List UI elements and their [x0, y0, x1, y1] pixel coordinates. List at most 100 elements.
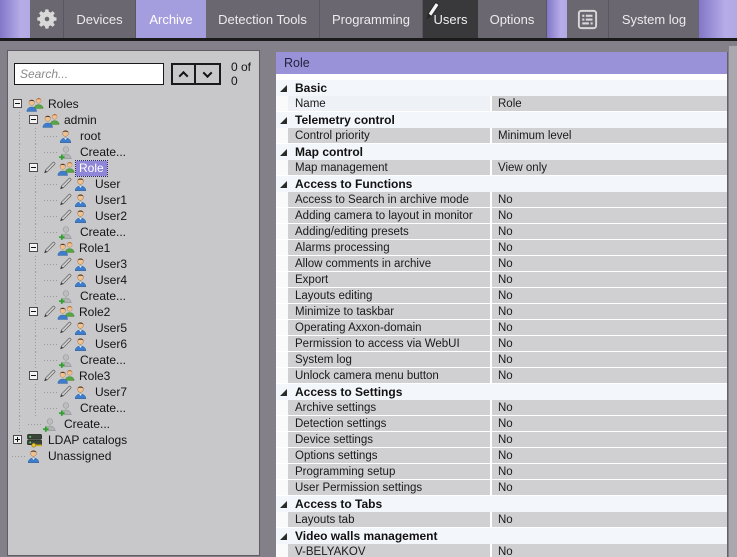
tree-item-label: User3: [92, 257, 130, 272]
tab-archive[interactable]: Archive: [136, 0, 206, 38]
property-section-telemetry-control[interactable]: Telemetry control: [276, 112, 727, 128]
collapse-minus-icon[interactable]: [29, 243, 38, 252]
collapse-minus-icon[interactable]: [13, 99, 22, 108]
row-gutter: [276, 192, 288, 207]
property-value[interactable]: No: [492, 512, 727, 527]
row-gutter: [276, 240, 288, 255]
find-next-button[interactable]: [196, 63, 221, 85]
section-expander-icon[interactable]: [280, 533, 287, 540]
tab-detection-tools[interactable]: Detection Tools: [206, 0, 320, 38]
property-value[interactable]: No: [492, 464, 727, 479]
tab-label: Detection Tools: [218, 12, 307, 27]
tree-item-create[interactable]: Create...: [12, 144, 259, 160]
property-section-basic[interactable]: Basic: [276, 80, 727, 96]
tree-item-user3[interactable]: User3: [12, 256, 259, 272]
tree-item-user4[interactable]: User4: [12, 272, 259, 288]
property-value[interactable]: Role: [492, 96, 727, 111]
tree-expander[interactable]: [28, 112, 42, 128]
property-value[interactable]: No: [492, 240, 727, 255]
tree-item-root[interactable]: root: [12, 128, 259, 144]
tree-item-role3[interactable]: Role3: [12, 368, 259, 384]
property-value[interactable]: No: [492, 304, 727, 319]
system-log-button[interactable]: [567, 0, 609, 38]
system-log-label[interactable]: System log: [609, 0, 699, 38]
tree-expander[interactable]: [12, 432, 26, 448]
tree-item-role[interactable]: Role: [12, 160, 259, 176]
collapse-minus-icon[interactable]: [29, 115, 38, 124]
section-expander-icon[interactable]: [280, 117, 287, 124]
users-tree-panel: 0 of 0 Roles admin root Create... Role: [7, 50, 260, 556]
property-value[interactable]: Minimum level: [492, 128, 727, 143]
person-icon: [58, 129, 77, 144]
purple-strip: [699, 0, 737, 38]
property-value[interactable]: No: [492, 192, 727, 207]
property-value[interactable]: No: [492, 544, 727, 557]
row-gutter: [276, 352, 288, 367]
property-value[interactable]: No: [492, 208, 727, 223]
property-section-access-to-tabs[interactable]: Access to Tabs: [276, 496, 727, 512]
tree-expander[interactable]: [28, 368, 42, 384]
tree-item-user7[interactable]: User7: [12, 384, 259, 400]
section-expander-icon[interactable]: [280, 149, 287, 156]
property-value[interactable]: View only: [492, 160, 727, 175]
tree-connector: [44, 288, 58, 304]
expand-plus-icon[interactable]: [13, 435, 22, 444]
tree-expander[interactable]: [12, 96, 26, 112]
section-expander-icon[interactable]: [280, 501, 287, 508]
property-section-access-to-functions[interactable]: Access to Functions: [276, 176, 727, 192]
tab-options[interactable]: Options: [478, 0, 547, 38]
property-value[interactable]: No: [492, 416, 727, 431]
tree-expander[interactable]: [28, 304, 42, 320]
tree-item-role1[interactable]: Role1: [12, 240, 259, 256]
property-section-video-walls-management[interactable]: Video walls management: [276, 528, 727, 544]
tree-guide-line: [12, 272, 28, 288]
property-value[interactable]: No: [492, 368, 727, 383]
section-expander-icon[interactable]: [280, 389, 287, 396]
property-section-access-to-settings[interactable]: Access to Settings: [276, 384, 727, 400]
property-value[interactable]: No: [492, 272, 727, 287]
tree-item-create[interactable]: Create...: [12, 400, 259, 416]
tree-item-user6[interactable]: User6: [12, 336, 259, 352]
property-value[interactable]: No: [492, 448, 727, 463]
property-value[interactable]: No: [492, 432, 727, 447]
person-add-icon: [58, 353, 77, 368]
property-value[interactable]: No: [492, 480, 727, 495]
tree-item-create[interactable]: Create...: [12, 224, 259, 240]
collapse-minus-icon[interactable]: [29, 163, 38, 172]
tree-item-user1[interactable]: User1: [12, 192, 259, 208]
property-value[interactable]: No: [492, 336, 727, 351]
tree-item-admin[interactable]: admin: [12, 112, 259, 128]
property-value[interactable]: No: [492, 352, 727, 367]
tree-item-create[interactable]: Create...: [12, 288, 259, 304]
tree-item-role2[interactable]: Role2: [12, 304, 259, 320]
tab-users[interactable]: Users: [423, 0, 478, 38]
tree-item-roles[interactable]: Roles: [12, 96, 259, 112]
tree-expander[interactable]: [28, 240, 42, 256]
tree-item-ldap-catalogs[interactable]: LDAP catalogs: [12, 432, 259, 448]
property-value[interactable]: No: [492, 256, 727, 271]
tab-devices[interactable]: Devices: [64, 0, 136, 38]
settings-gear-button[interactable]: [30, 0, 64, 38]
tree-item-create[interactable]: Create...: [12, 352, 259, 368]
collapse-minus-icon[interactable]: [29, 307, 38, 316]
tree-expander[interactable]: [28, 160, 42, 176]
tree-item-user[interactable]: User: [12, 176, 259, 192]
property-value[interactable]: No: [492, 400, 727, 415]
find-previous-button[interactable]: [171, 63, 196, 85]
tree-item-unassigned[interactable]: Unassigned: [12, 448, 259, 464]
section-expander-icon[interactable]: [280, 85, 287, 92]
tree-item-create[interactable]: Create...: [12, 416, 259, 432]
tree-item-label: Role: [76, 161, 107, 176]
property-value[interactable]: No: [492, 224, 727, 239]
tree-guide-line: [12, 400, 28, 416]
search-input[interactable]: [14, 63, 164, 85]
property-value[interactable]: No: [492, 288, 727, 303]
collapse-minus-icon[interactable]: [29, 371, 38, 380]
section-expander-icon[interactable]: [280, 181, 287, 188]
tree-item-user2[interactable]: User2: [12, 208, 259, 224]
tree-guide-line: [12, 112, 28, 128]
property-section-map-control[interactable]: Map control: [276, 144, 727, 160]
property-value[interactable]: No: [492, 320, 727, 335]
tree-item-user5[interactable]: User5: [12, 320, 259, 336]
tab-programming[interactable]: Programming: [320, 0, 423, 38]
